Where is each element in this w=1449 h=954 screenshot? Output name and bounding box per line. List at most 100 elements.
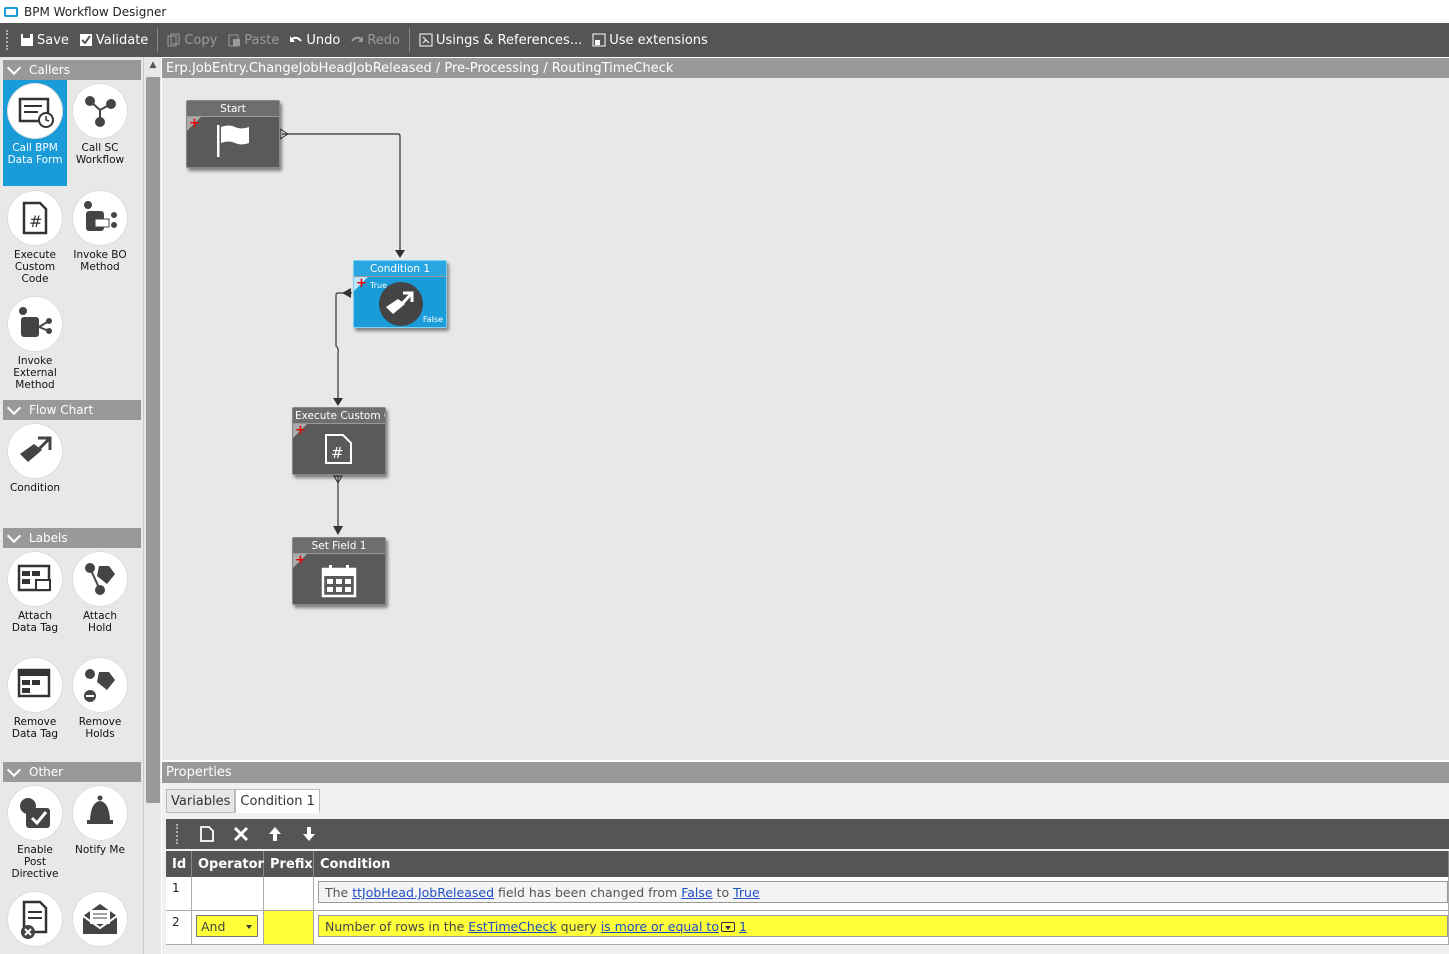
redo-button[interactable]: Redo (345, 27, 405, 53)
tool-invoke-bo-method[interactable]: Invoke BO Method (68, 187, 132, 273)
chevron-down-icon (7, 533, 21, 543)
properties-header: Properties (162, 762, 1449, 783)
callers-group-header[interactable]: Callers (3, 60, 141, 80)
copy-button[interactable]: Copy (162, 27, 222, 53)
cell-condition[interactable]: The ttJobHead.JobReleased field has been… (314, 877, 1449, 910)
comparison-link[interactable]: is more or equal to (601, 919, 719, 934)
properties-tabs: Variables Condition 1 (166, 789, 320, 813)
cell-prefix[interactable] (264, 877, 314, 910)
tool-notify-me[interactable]: Notify Me (68, 782, 132, 856)
tool-execute-custom-code[interactable]: # Execute Custom Code (3, 187, 67, 285)
callers-header-label: Callers (29, 63, 70, 77)
tool-attach-hold[interactable]: Attach Hold (68, 548, 132, 634)
tool-partial-2[interactable] (68, 888, 132, 950)
condition-arrow-icon (379, 282, 423, 326)
data-tag-icon (8, 552, 62, 606)
tool-partial-1[interactable] (3, 888, 67, 950)
window-title: BPM Workflow Designer (24, 4, 167, 19)
delete-row-button[interactable] (224, 821, 258, 847)
node-set-field-1[interactable]: Set Field 1 + (292, 537, 386, 605)
comparison-dropdown-icon[interactable] (720, 922, 735, 932)
tab-variables[interactable]: Variables (166, 789, 236, 813)
tool-label: Remove Data Tag (11, 716, 59, 740)
save-button[interactable]: Save (15, 27, 74, 53)
tool-call-sc-workflow[interactable]: Call SC Workflow (68, 80, 132, 166)
tool-remove-data-tag[interactable]: Remove Data Tag (3, 654, 67, 740)
col-condition-header[interactable]: Condition (314, 851, 1449, 877)
palette-scroll-thumb[interactable] (146, 77, 160, 803)
use-extensions-button[interactable]: Use extensions (587, 27, 713, 53)
col-operator-header[interactable]: Operator (192, 851, 264, 877)
labels-group-header[interactable]: Labels (3, 528, 141, 548)
tool-remove-holds[interactable]: Remove Holds (68, 654, 132, 740)
toolbar-grip[interactable] (176, 824, 190, 844)
cond-text: Number of rows in the (325, 919, 469, 934)
cell-prefix[interactable] (264, 911, 314, 944)
data-form-icon (8, 84, 62, 138)
copy-icon (167, 33, 180, 47)
query-link[interactable]: EstTimeCheck (468, 919, 556, 934)
bell-icon (73, 786, 127, 840)
tool-condition[interactable]: Condition (3, 420, 67, 494)
references-icon (419, 33, 433, 47)
chevron-down-icon (7, 767, 21, 777)
tool-invoke-external-method[interactable]: Invoke External Method (3, 293, 67, 391)
labels-header-label: Labels (29, 531, 68, 545)
arrowhead (333, 398, 343, 406)
new-row-button[interactable] (190, 821, 224, 847)
tool-label: Notify Me (75, 844, 125, 856)
cell-operator[interactable]: And (192, 911, 264, 944)
toolbar-grip[interactable] (6, 30, 9, 50)
arrowhead (333, 526, 343, 535)
tool-enable-post-directive[interactable]: Enable Post Directive (3, 782, 67, 880)
tool-label: Enable Post Directive (11, 844, 59, 880)
new-document-icon (200, 826, 214, 842)
undo-button[interactable]: Undo (284, 27, 345, 53)
tool-attach-data-tag[interactable]: Attach Data Tag (3, 548, 67, 634)
value-link[interactable]: 1 (739, 919, 747, 934)
add-icon[interactable]: + (189, 117, 200, 130)
false-port-label: False (422, 315, 443, 324)
cell-operator[interactable] (192, 877, 264, 910)
cell-id: 1 (166, 877, 192, 910)
flowchart-group-header[interactable]: Flow Chart (3, 400, 141, 420)
add-icon[interactable]: + (295, 424, 306, 437)
input-port[interactable] (342, 288, 351, 298)
other-group-header[interactable]: Other (3, 762, 141, 782)
add-icon[interactable]: + (356, 277, 367, 290)
node-start[interactable]: Start + (186, 100, 280, 168)
scroll-up-icon[interactable]: ▲ (146, 60, 160, 74)
tab-condition-1[interactable]: Condition 1 (235, 789, 320, 813)
usings-references-button[interactable]: Usings & References... (414, 27, 587, 53)
tool-call-bpm-data-form[interactable]: Call BPM Data Form (3, 80, 67, 186)
node-execute-custom-code[interactable]: Execute Custom Co + # (292, 407, 386, 475)
col-prefix-header[interactable]: Prefix (264, 851, 314, 877)
extensions-icon (592, 33, 606, 47)
save-label: Save (37, 32, 69, 48)
remove-data-tag-icon (8, 658, 62, 712)
add-icon[interactable]: + (295, 554, 306, 567)
from-value-link[interactable]: False (681, 885, 712, 900)
flowchart-header-label: Flow Chart (29, 403, 94, 417)
field-link[interactable]: ttJobHead.JobReleased (352, 885, 494, 900)
cond-text: The (325, 885, 353, 900)
cond-text: field has been changed from (494, 885, 682, 900)
col-id-header[interactable]: Id (166, 851, 192, 877)
cell-condition[interactable]: Number of rows in the EstTimeCheck query… (314, 911, 1449, 944)
checkbox-check-icon (79, 34, 92, 46)
operator-select[interactable]: And (196, 915, 258, 937)
paste-button[interactable]: Paste (222, 27, 284, 53)
table-row[interactable]: 2 And Number of rows in the EstTimeCheck… (166, 911, 1449, 945)
move-up-button[interactable] (258, 821, 292, 847)
palette-scrollbar[interactable]: ▲ (143, 57, 161, 954)
node-condition-1[interactable]: Condition 1 + True False (353, 260, 447, 328)
workflow-canvas[interactable]: Start + Condition 1 + True False Execute… (162, 78, 1449, 760)
tool-label: Attach Hold (82, 610, 118, 634)
paste-label: Paste (244, 32, 280, 48)
validate-button[interactable]: Validate (74, 27, 153, 53)
table-row[interactable]: 1 The ttJobHead.JobReleased field has be… (166, 877, 1449, 911)
to-value-link[interactable]: True (733, 885, 760, 900)
move-down-button[interactable] (292, 821, 326, 847)
code-file-icon: # (325, 434, 352, 464)
connector-start-condition (282, 133, 401, 250)
